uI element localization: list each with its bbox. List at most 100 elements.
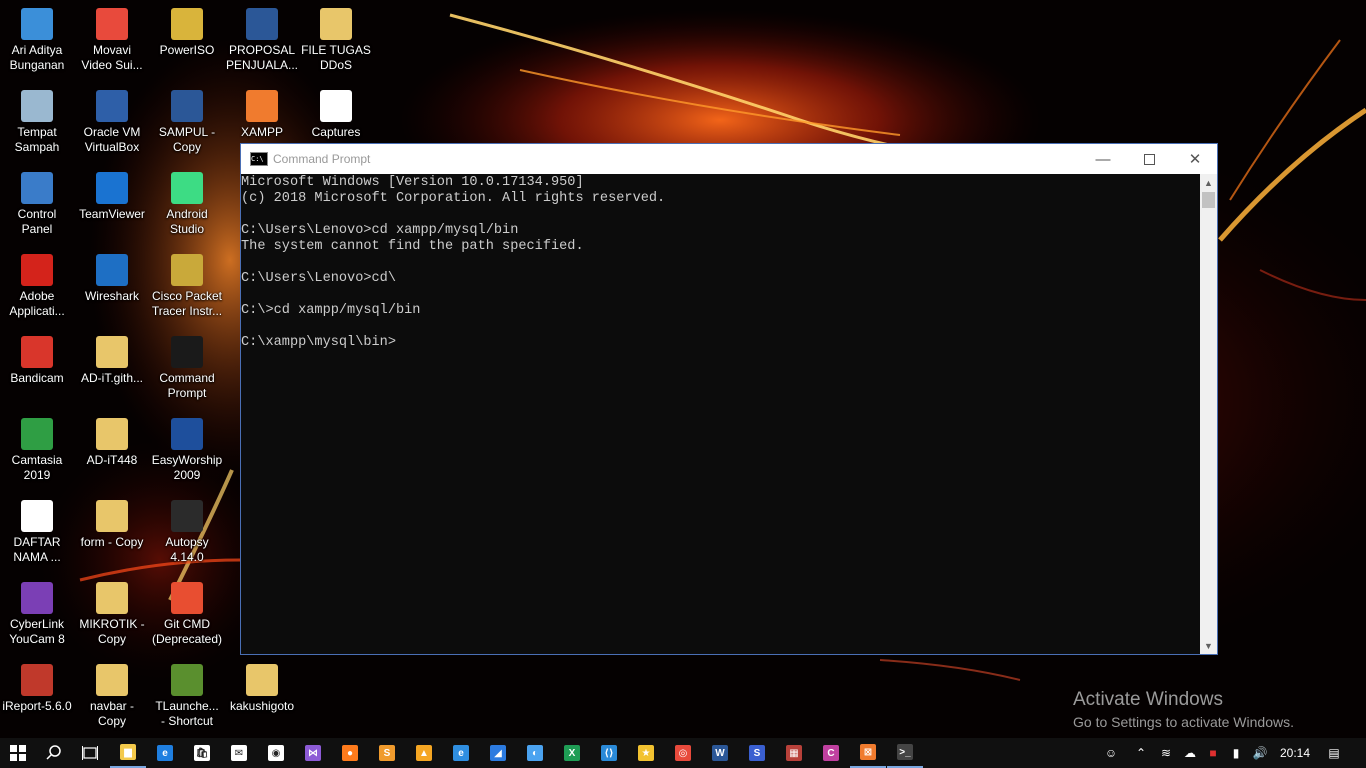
desktop-shortcut-label: AD-iT.gith... <box>80 371 143 385</box>
minecraft-icon <box>171 664 203 696</box>
desktop-shortcut[interactable]: PROPOSAL PENJUALA... <box>224 0 300 80</box>
desktop-shortcut[interactable]: Movavi Video Sui... <box>74 0 150 80</box>
taskbar-app-button[interactable]: ▆ <box>110 738 146 768</box>
folder-white-icon <box>320 90 352 122</box>
minimize-icon: — <box>1095 150 1111 168</box>
vertical-scrollbar[interactable]: ▲ ▼ <box>1200 174 1217 654</box>
taskbar-app-button[interactable]: ◢ <box>480 738 516 768</box>
console-line: C:\>cd xampp/mysql/bin <box>241 303 421 318</box>
desktop-shortcut[interactable]: EasyWorship 2009 <box>149 410 225 490</box>
taskbar-app-button[interactable]: C <box>813 738 849 768</box>
desktop-shortcut[interactable]: Android Studio <box>149 164 225 244</box>
console-line: C:\xampp\mysql\bin> <box>241 335 396 350</box>
desktop-shortcut-label: Oracle VM VirtualBox <box>83 125 141 154</box>
security-shield-icon[interactable]: ■ <box>1202 738 1224 768</box>
desktop-shortcut[interactable]: SAMPUL - Copy <box>149 82 225 162</box>
recycle-bin-icon <box>21 90 53 122</box>
scroll-up-arrow-icon[interactable]: ▲ <box>1200 174 1217 191</box>
scroll-down-arrow-icon[interactable]: ▼ <box>1200 637 1217 654</box>
desktop-shortcut-label: Cisco Packet Tracer Instr... <box>151 289 223 318</box>
battery-icon[interactable]: ▮ <box>1224 738 1248 768</box>
desktop-shortcut-label: Adobe Applicati... <box>9 289 65 318</box>
console-output[interactable]: Microsoft Windows [Version 10.0.17134.95… <box>241 174 1200 654</box>
taskbar-app-button[interactable]: ▲ <box>406 738 442 768</box>
desktop-shortcut[interactable]: Camtasia 2019 <box>0 410 75 490</box>
task-view-button[interactable] <box>72 738 108 768</box>
show-hidden-icons-chevron-icon[interactable]: ⌃ <box>1128 738 1154 768</box>
vlc-icon: ▲ <box>416 745 432 761</box>
desktop-shortcut[interactable]: TLaunche... - Shortcut <box>149 656 225 736</box>
taskbar-app-button[interactable]: ◐ <box>517 738 553 768</box>
taskbar-app-button[interactable]: >_ <box>887 738 923 768</box>
desktop-shortcut[interactable]: Oracle VM VirtualBox <box>74 82 150 162</box>
desktop-shortcut[interactable]: MIKROTIK - Copy <box>74 574 150 654</box>
taskbar-app-button[interactable]: ✉ <box>221 738 257 768</box>
taskbar-app-button[interactable]: S <box>739 738 775 768</box>
start-button[interactable] <box>0 738 36 768</box>
wifi-icon[interactable]: ≋ <box>1154 738 1178 768</box>
system-clock[interactable]: 20:14 <box>1272 738 1318 768</box>
desktop-shortcut[interactable]: kakushigoto <box>224 656 300 736</box>
action-center-icon[interactable]: ▤ <box>1320 738 1348 768</box>
desktop-shortcut[interactable]: AD-iT448 <box>74 410 150 490</box>
taskbar-app-button[interactable]: e <box>147 738 183 768</box>
people-icon[interactable]: ☺ <box>1098 738 1124 768</box>
taskbar: ▆ e 🛍 ✉ ◉ ⋈ ● S ▲ e ◢ ◐ X ⟨⟩ ★ ◎ W S ▦ C ⊠ >_ ☺ ⌃ ≋ ☁ ■ ▮ 🔊 2… <box>0 738 1366 768</box>
camera-icon: ◉ <box>268 745 284 761</box>
desktop-shortcut[interactable]: Wireshark <box>74 246 150 326</box>
desktop-shortcut-label: CyberLink YouCam 8 <box>9 617 65 646</box>
console-line: Microsoft Windows [Version 10.0.17134.95… <box>241 175 584 190</box>
desktop-shortcut[interactable]: form - Copy <box>74 492 150 572</box>
onedrive-icon[interactable]: ☁ <box>1178 738 1202 768</box>
window-title: Command Prompt <box>273 152 371 166</box>
taskbar-app-button[interactable]: X <box>554 738 590 768</box>
desktop-shortcut[interactable]: Adobe Applicati... <box>0 246 75 326</box>
taskbar-app-button[interactable]: ★ <box>628 738 664 768</box>
desktop-shortcut[interactable]: Cisco Packet Tracer Instr... <box>149 246 225 326</box>
desktop-shortcut[interactable]: TeamViewer <box>74 164 150 244</box>
desktop-shortcut[interactable]: Git CMD (Deprecated) <box>149 574 225 654</box>
minimize-button[interactable]: — <box>1080 144 1126 174</box>
command-prompt-window[interactable]: C:\ Command Prompt — ✕ Microsoft Windows… <box>240 143 1218 655</box>
desktop-shortcut-label: Git CMD (Deprecated) <box>151 617 223 646</box>
taskbar-app-button[interactable]: ⟨⟩ <box>591 738 627 768</box>
desktop-shortcut[interactable]: CyberLink YouCam 8 <box>0 574 75 654</box>
close-button[interactable]: ✕ <box>1172 144 1218 174</box>
desktop-shortcut-label: PROPOSAL PENJUALA... <box>225 43 299 72</box>
console-line: The system cannot find the path specifie… <box>241 239 584 254</box>
activate-windows-watermark: Activate Windows Go to Settings to activ… <box>1073 689 1294 730</box>
console-line: C:\Users\Lenovo>cd\ <box>241 271 396 286</box>
search-button[interactable] <box>36 738 72 768</box>
window-titlebar[interactable]: C:\ Command Prompt — ✕ <box>241 144 1217 174</box>
desktop-shortcut[interactable]: Ari Aditya Bunganan <box>0 0 75 80</box>
desktop-shortcut[interactable]: Bandicam <box>0 328 75 408</box>
desktop-shortcut-label: Camtasia 2019 <box>11 453 63 482</box>
desktop-shortcut[interactable]: iReport-5.6.0 <box>0 656 75 736</box>
desktop-shortcut[interactable]: Autopsy 4.14.0 <box>149 492 225 572</box>
taskbar-app-button[interactable]: W <box>702 738 738 768</box>
desktop-shortcut[interactable]: PowerISO <box>149 0 225 80</box>
taskbar-app-button[interactable]: ▦ <box>776 738 812 768</box>
taskbar-app-button[interactable]: ◎ <box>665 738 701 768</box>
volume-icon[interactable]: 🔊 <box>1248 738 1272 768</box>
scrollbar-thumb[interactable] <box>1202 192 1215 208</box>
taskbar-app-button[interactable]: ● <box>332 738 368 768</box>
taskbar-app-button[interactable]: e <box>443 738 479 768</box>
desktop-shortcut[interactable]: Tempat Sampah <box>0 82 75 162</box>
word-document-icon <box>246 8 278 40</box>
desktop-shortcut[interactable]: navbar - Copy <box>74 656 150 736</box>
desktop-shortcut[interactable]: Command Prompt <box>149 328 225 408</box>
desktop-shortcut[interactable]: FILE TUGAS DDoS <box>298 0 374 80</box>
desktop-shortcut[interactable]: Control Panel <box>0 164 75 244</box>
desktop-shortcut-label: AD-iT448 <box>86 453 138 467</box>
firefox-icon: ● <box>342 745 358 761</box>
maximize-button[interactable] <box>1126 144 1172 174</box>
desktop-shortcut[interactable]: AD-iT.gith... <box>74 328 150 408</box>
taskbar-app-button[interactable]: ⋈ <box>295 738 331 768</box>
taskbar-app-button[interactable]: ⊠ <box>850 738 886 768</box>
taskbar-app-button[interactable]: 🛍 <box>184 738 220 768</box>
desktop-shortcut[interactable]: DAFTAR NAMA ... <box>0 492 75 572</box>
taskbar-app-button[interactable]: S <box>369 738 405 768</box>
activate-windows-title: Activate Windows <box>1073 689 1223 710</box>
taskbar-app-button[interactable]: ◉ <box>258 738 294 768</box>
